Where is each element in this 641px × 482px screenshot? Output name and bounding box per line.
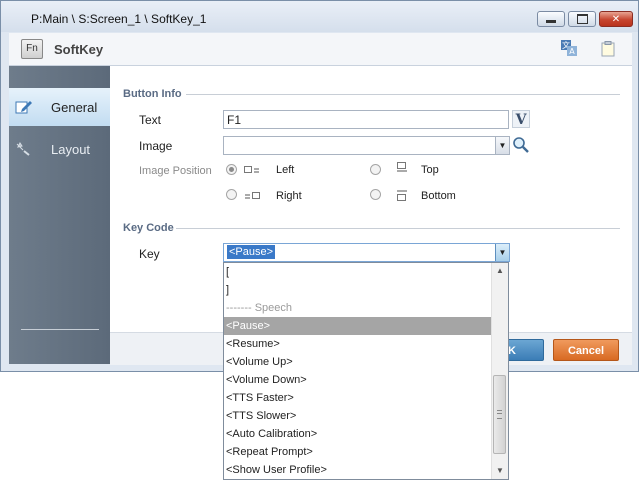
scrollbar-thumb[interactable] — [493, 375, 506, 454]
dropdown-item[interactable]: [ — [224, 263, 494, 281]
dialog-title: SoftKey — [54, 42, 104, 57]
dialog-header: Fn SoftKey 文 A — [9, 33, 632, 66]
maximize-icon — [576, 14, 588, 24]
sidebar-item-label: General — [51, 99, 98, 115]
position-bottom-label: Bottom — [421, 190, 456, 202]
image-position-label: Image Position — [139, 165, 212, 177]
text-label: Text — [139, 113, 162, 127]
softkey-app-icon: Fn — [21, 39, 43, 59]
image-label: Image — [139, 139, 173, 153]
image-left-icon — [244, 166, 259, 173]
title-bar[interactable]: P:Main \ S:Screen_1 \ SoftKey_1 ✕ — [1, 1, 638, 32]
dropdown-item[interactable]: <Show User Profile> — [224, 461, 494, 479]
dropdown-item[interactable]: <TTS Slower> — [224, 407, 494, 425]
radio-bottom[interactable] — [370, 189, 381, 200]
image-bottom-icon — [397, 190, 407, 201]
sidebar-item-label: Layout — [51, 141, 91, 157]
dropdown-item[interactable]: <Resume> — [224, 335, 494, 353]
window-title: P:Main \ S:Screen_1 \ SoftKey_1 — [31, 12, 207, 26]
key-code-heading: Key Code — [123, 222, 174, 234]
position-top-label: Top — [421, 164, 439, 176]
maximize-button[interactable] — [568, 11, 596, 27]
dropdown-item[interactable]: <TTS Faster> — [224, 389, 494, 407]
note-icon[interactable] — [601, 41, 615, 57]
grip-icon — [497, 410, 502, 419]
scroll-down-icon[interactable]: ▼ — [492, 463, 508, 479]
dropdown-item[interactable]: <Volume Up> — [224, 353, 494, 371]
scroll-up-icon[interactable]: ▲ — [492, 263, 508, 279]
edit-icon — [15, 101, 32, 114]
chevron-down-icon[interactable]: ▼ — [495, 137, 509, 154]
key-combo-value: <Pause> — [227, 245, 276, 259]
button-info-heading: Button Info — [123, 88, 182, 100]
sidebar-item-layout[interactable]: Layout — [9, 130, 110, 168]
radio-right[interactable] — [226, 189, 237, 200]
dropdown-separator: ------- Speech — [226, 302, 293, 314]
dropdown-scrollbar[interactable]: ▲ ▼ — [491, 263, 508, 479]
key-label: Key — [139, 247, 160, 261]
close-button[interactable]: ✕ — [599, 11, 633, 27]
image-combo[interactable]: ▼ — [223, 136, 510, 155]
image-top-icon — [397, 162, 407, 172]
minimize-icon — [546, 20, 556, 23]
dropdown-item[interactable]: <Volume Down> — [224, 371, 494, 389]
section-divider — [176, 228, 620, 229]
layout-tools-icon — [16, 142, 30, 156]
minimize-button[interactable] — [537, 11, 565, 27]
dropdown-item[interactable]: <Repeat Prompt> — [224, 443, 494, 461]
position-right-label: Right — [276, 190, 302, 202]
key-combo[interactable]: <Pause> ▼ — [223, 243, 510, 262]
dropdown-item-highlighted[interactable]: <Pause> — [224, 317, 494, 335]
position-left-label: Left — [276, 164, 295, 176]
text-field[interactable]: F1 — [223, 110, 509, 129]
image-right-icon — [245, 192, 260, 199]
sidebar-divider — [21, 329, 99, 330]
sidebar-item-general[interactable]: General — [9, 88, 110, 126]
dropdown-item[interactable]: <Auto Calibration> — [224, 425, 494, 443]
section-divider — [186, 94, 620, 95]
dropdown-item[interactable]: ] — [224, 281, 494, 299]
radio-top[interactable] — [370, 164, 381, 175]
cancel-button[interactable]: Cancel — [553, 339, 619, 361]
search-icon[interactable] — [512, 136, 530, 154]
svg-text:A: A — [569, 47, 575, 56]
close-icon: ✕ — [611, 13, 621, 25]
key-dropdown-list[interactable]: [ ] ------- Speech <Pause> <Resume> <Vol… — [223, 262, 509, 480]
translate-icon[interactable]: 文 A — [560, 39, 578, 57]
chevron-down-icon[interactable]: ▼ — [495, 244, 509, 261]
sidebar: General Layout — [9, 66, 110, 364]
radio-left[interactable] — [226, 164, 237, 175]
variable-button[interactable]: V — [512, 110, 530, 128]
